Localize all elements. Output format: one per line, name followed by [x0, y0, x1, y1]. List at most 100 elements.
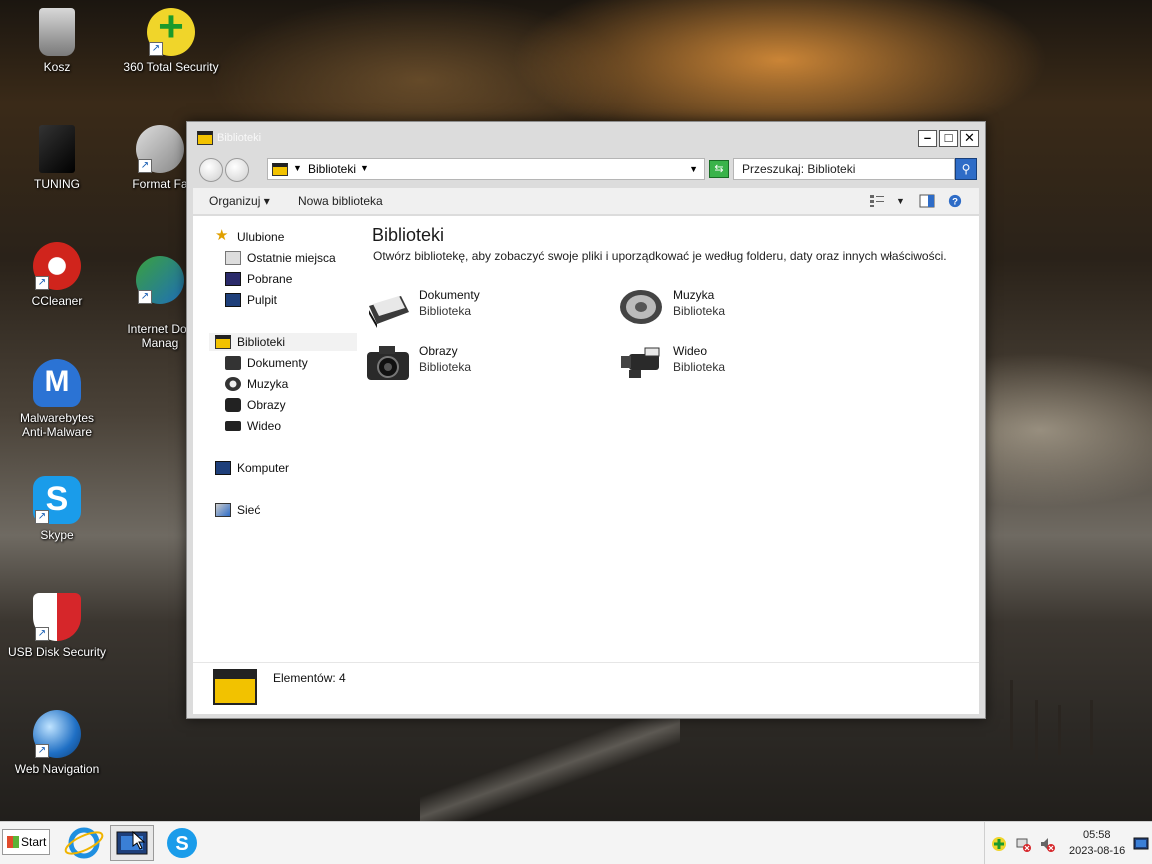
- nav-pictures[interactable]: Obrazy: [225, 396, 355, 414]
- explorer-icon: [116, 830, 148, 855]
- music-speaker-icon: [620, 290, 662, 324]
- search-icon[interactable]: ⚲: [955, 158, 977, 180]
- library-tile-videos[interactable]: Wideo Biblioteka: [619, 342, 849, 388]
- view-options-icon[interactable]: [869, 194, 885, 208]
- desktop-icon-ccleaner[interactable]: ↗ CCleaner: [7, 242, 107, 308]
- shortcut-arrow-icon: ↗: [138, 159, 152, 173]
- details-pane: Elementów: 4: [193, 662, 979, 714]
- svg-text:S: S: [175, 833, 188, 855]
- downloads-folder-icon: [225, 272, 241, 286]
- library-tile-documents[interactable]: Dokumenty Biblioteka: [365, 286, 595, 332]
- shortcut-arrow-icon: ↗: [35, 276, 49, 290]
- help-icon[interactable]: ?: [947, 194, 963, 208]
- breadcrumb-libraries[interactable]: Biblioteki: [308, 162, 356, 176]
- desktop-icon-label: Web Navigation: [14, 762, 100, 776]
- system-tray: 05:58 2023-08-16: [984, 822, 1152, 864]
- malwarebytes-icon: [33, 359, 81, 407]
- nav-libraries[interactable]: Biblioteki: [209, 333, 357, 351]
- ccleaner-icon: ↗: [33, 242, 81, 290]
- documents-icon: [369, 296, 409, 328]
- nav-music[interactable]: Muzyka: [225, 375, 355, 393]
- wallpaper-fence-post: [1090, 700, 1093, 755]
- desktop-icon-usb-disk-security[interactable]: ↗ USB Disk Security: [7, 593, 107, 659]
- 360-security-tray-icon[interactable]: [991, 836, 1007, 852]
- internet-explorer-icon: [64, 827, 104, 859]
- desktop-folder-icon: [225, 293, 241, 307]
- library-tile-pictures[interactable]: Obrazy Biblioteka: [365, 342, 595, 388]
- windows-logo-icon: [7, 836, 19, 848]
- library-icon: [272, 163, 288, 176]
- video-camera-icon: [621, 347, 660, 378]
- desktop-icon-tuning[interactable]: TUNING: [7, 125, 107, 191]
- documents-icon: [225, 356, 241, 370]
- camera-icon: [367, 346, 409, 380]
- music-speaker-icon: [225, 377, 241, 391]
- library-icon: [213, 669, 257, 705]
- network-icon: [215, 503, 231, 517]
- nav-desktop[interactable]: Pulpit: [225, 291, 355, 309]
- desktop-icon-recycle-bin[interactable]: Kosz: [7, 8, 107, 74]
- wallpaper-fence-post: [1010, 680, 1013, 750]
- shortcut-arrow-icon: ↗: [35, 744, 49, 758]
- nav-recent-places[interactable]: Ostatnie miejsca: [225, 249, 355, 267]
- start-button[interactable]: Start: [2, 829, 50, 855]
- nav-network[interactable]: Sieć: [215, 501, 355, 519]
- preview-pane-icon[interactable]: [919, 194, 935, 208]
- navigation-pane: ★ Ulubione Ostatnie miejsca Pobrane Pulp…: [193, 216, 357, 662]
- maximize-button[interactable]: □: [939, 130, 958, 147]
- nav-videos[interactable]: Wideo: [225, 417, 355, 435]
- taskbar: Start S 05:58 2023-08-16: [0, 821, 1152, 864]
- shortcut-arrow-icon: ↗: [35, 627, 49, 641]
- clock-time[interactable]: 05:58: [1083, 829, 1111, 841]
- back-button[interactable]: [199, 158, 223, 182]
- chevron-down-icon[interactable]: ▼: [293, 163, 302, 173]
- explorer-window[interactable]: Biblioteki – □ ✕ ▼ Biblioteki ▼ ▼ ⇆ Prze…: [186, 121, 986, 719]
- nav-favorites[interactable]: ★ Ulubione: [215, 227, 355, 246]
- nav-documents[interactable]: Dokumenty: [225, 354, 355, 372]
- desktop-icon-label: Malwarebytes Anti-Malware: [19, 411, 95, 439]
- library-icon: [197, 131, 213, 145]
- idm-icon: ↗: [136, 256, 184, 304]
- taskbar-internet-explorer[interactable]: [62, 825, 106, 861]
- page-title: Biblioteki: [372, 225, 445, 245]
- window-titlebar[interactable]: Biblioteki – □ ✕: [187, 122, 985, 154]
- taskbar-explorer[interactable]: [110, 825, 154, 861]
- command-bar: Organizuj ▾ Nowa biblioteka ▼ ?: [193, 188, 979, 214]
- chevron-down-icon[interactable]: ▼: [896, 196, 905, 206]
- search-placeholder: Przeszukaj: Biblioteki: [742, 162, 856, 176]
- item-count: Elementów: 4: [273, 671, 346, 685]
- usb-security-shield-icon: ↗: [33, 593, 81, 641]
- taskbar-skype[interactable]: S: [160, 825, 204, 861]
- video-camera-icon: [225, 421, 241, 431]
- close-button[interactable]: ✕: [960, 130, 979, 147]
- show-desktop-icon[interactable]: [1133, 836, 1149, 852]
- nav-downloads[interactable]: Pobrane: [225, 270, 355, 288]
- desktop-icon-web-navigation[interactable]: ↗ Web Navigation: [7, 710, 107, 776]
- skype-icon: S: [167, 828, 197, 858]
- library-tile-music[interactable]: Muzyka Biblioteka: [619, 286, 849, 332]
- camera-icon: [225, 398, 241, 412]
- network-disconnected-icon[interactable]: [1015, 836, 1031, 852]
- minimize-button[interactable]: –: [918, 130, 937, 147]
- shortcut-arrow-icon: ↗: [35, 510, 49, 524]
- forward-button[interactable]: [225, 158, 249, 182]
- address-history-dropdown[interactable]: ▼: [689, 164, 698, 174]
- page-description: Otwórz bibliotekę, aby zobaczyć swoje pl…: [373, 249, 947, 263]
- new-library-button[interactable]: Nowa biblioteka: [298, 194, 383, 208]
- shortcut-arrow-icon: ↗: [149, 42, 163, 56]
- desktop-icon-360-total-security[interactable]: ↗ 360 Total Security: [121, 2, 221, 74]
- refresh-button[interactable]: ⇆: [709, 160, 729, 178]
- search-input[interactable]: Przeszukaj: Biblioteki: [733, 158, 955, 180]
- chevron-down-icon[interactable]: ▼: [360, 163, 369, 173]
- desktop-icon-malwarebytes[interactable]: Malwarebytes Anti-Malware: [7, 359, 107, 439]
- recent-places-icon: [225, 251, 241, 265]
- address-bar[interactable]: ▼ Biblioteki ▼ ▼: [267, 158, 705, 180]
- organize-button[interactable]: Organizuj ▾: [209, 194, 270, 208]
- clock-date[interactable]: 2023-08-16: [1069, 845, 1125, 857]
- desktop-icon-skype[interactable]: ↗ Skype: [7, 476, 107, 542]
- desktop-icon-label: 360 Total Security: [123, 60, 219, 74]
- volume-muted-icon[interactable]: [1039, 836, 1055, 852]
- wallpaper-fence-post: [1035, 700, 1038, 760]
- format-factory-icon: ↗: [136, 125, 184, 173]
- nav-computer[interactable]: Komputer: [215, 459, 355, 477]
